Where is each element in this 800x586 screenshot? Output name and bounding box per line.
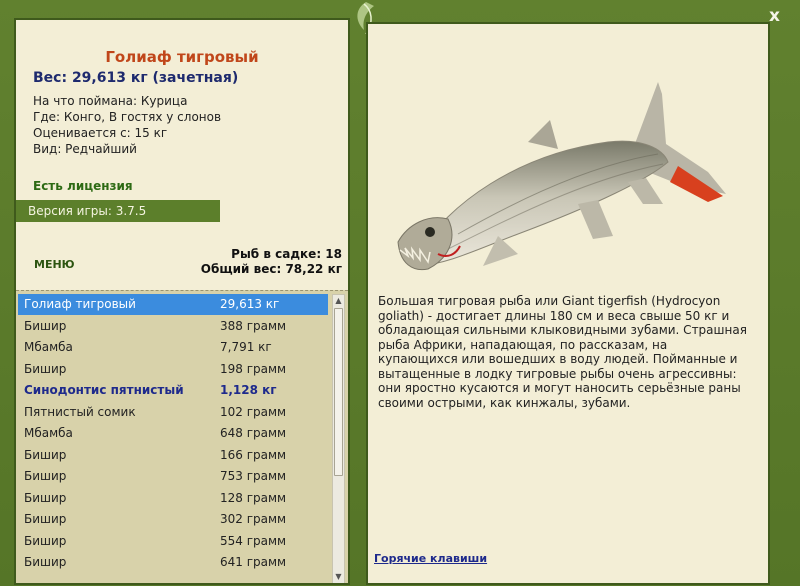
list-item-name: Бишир [24, 512, 67, 526]
list-item-weight: 388 грамм [220, 318, 287, 333]
list-item-name: Бишир [24, 318, 67, 333]
version-bar: Версия игры: 3.7.5 [16, 200, 220, 222]
list-item-name: Бишир [24, 533, 67, 548]
list-item-weight: 29,613 кг [220, 297, 280, 311]
scroll-thumb[interactable] [334, 308, 343, 476]
list-item-weight: 198 грамм [220, 361, 287, 376]
license-status: Есть лицензия [33, 179, 133, 193]
list-item-weight: 166 грамм [220, 447, 287, 462]
list-item-weight: 641 грамм [220, 555, 287, 569]
valued-from-info: Оценивается с: 15 кг [33, 126, 168, 140]
list-item-weight: 302 грамм [220, 512, 287, 526]
list-item-weight: 554 грамм [220, 533, 287, 548]
list-item[interactable]: Бишир 641 грамм [18, 552, 328, 573]
list-item[interactable]: Бишир 128 грамм [18, 488, 328, 509]
list-item-weight: 1,128 кг [220, 383, 277, 397]
list-item-weight: 7,791 кг [220, 340, 272, 354]
tigerfish-image [397, 82, 726, 271]
kind-info: Вид: Редчайший [33, 142, 137, 156]
game-window-frame: x Голиаф тигровый Вес: 29,613 кг (зачетн… [0, 0, 800, 586]
hotkeys-link[interactable]: Горячие клавиши [374, 552, 487, 565]
list-item-name: Бишир [24, 490, 67, 505]
scroll-down-icon[interactable]: ▼ [333, 571, 344, 583]
list-item[interactable]: Бишир 388 грамм [18, 316, 328, 337]
fish-description: Большая тигровая рыба или Giant tigerfis… [378, 294, 747, 410]
fish-weight: Вес: 29,613 кг (зачетная) [33, 70, 239, 86]
list-item-weight: 648 грамм [220, 426, 287, 440]
list-item-weight: 102 грамм [220, 404, 287, 419]
bait-info: На что поймана: Курица [33, 94, 188, 108]
list-item[interactable]: Пятнистый сомик 102 грамм [18, 402, 328, 423]
list-item[interactable]: Бишир 302 грамм [18, 509, 328, 530]
list-item[interactable]: Бишир 554 грамм [18, 531, 328, 552]
fish-count: Рыб в садке: 18 [231, 247, 342, 261]
list-item-name: Мбамба [24, 426, 73, 440]
list-item[interactable]: Синодонтис пятнистый 1,128 кг [18, 380, 328, 401]
fish-picture-panel: Большая тигровая рыба или Giant tigerfis… [366, 22, 770, 585]
list-item-name: Синодонтис пятнистый [24, 383, 184, 397]
fish-info-panel: Голиаф тигровый Вес: 29,613 кг (зачетная… [14, 18, 350, 585]
close-button[interactable]: x [769, 6, 780, 26]
list-item-name: Бишир [24, 469, 67, 483]
list-item[interactable]: Мбамба 7,791 кг [18, 337, 328, 358]
total-weight: Общий вес: 78,22 кг [200, 262, 342, 276]
list-item-name: Голиаф тигровый [24, 297, 136, 311]
list-item-name: Бишир [24, 447, 67, 462]
catch-list: Голиаф тигровый 29,613 кг Бишир 388 грамм Мб… [16, 290, 348, 583]
list-item-name: Пятнистый сомик [24, 404, 136, 419]
list-item[interactable]: Бишир 198 грамм [18, 359, 328, 380]
fish-name-title: Голиаф тигровый [105, 48, 259, 66]
list-item-name: Бишир [24, 555, 67, 569]
scroll-up-icon[interactable]: ▲ [333, 295, 344, 307]
list-item[interactable]: Бишир 166 грамм [18, 445, 328, 466]
list-item-weight: 128 грамм [220, 490, 287, 505]
list-item[interactable]: Голиаф тигровый 29,613 кг [18, 294, 328, 315]
list-item[interactable]: Мбамба 648 грамм [18, 423, 328, 444]
catch-list-scrollbar[interactable]: ▲ ▼ [332, 294, 345, 583]
list-item-name: Мбамба [24, 340, 73, 354]
list-item[interactable]: Бишир 753 грамм [18, 466, 328, 487]
location-info: Где: Конго, В гостях у слонов [33, 110, 222, 124]
list-item-name: Бишир [24, 361, 67, 376]
list-item-weight: 753 грамм [220, 469, 287, 483]
menu-button[interactable]: МЕНЮ [34, 258, 75, 271]
